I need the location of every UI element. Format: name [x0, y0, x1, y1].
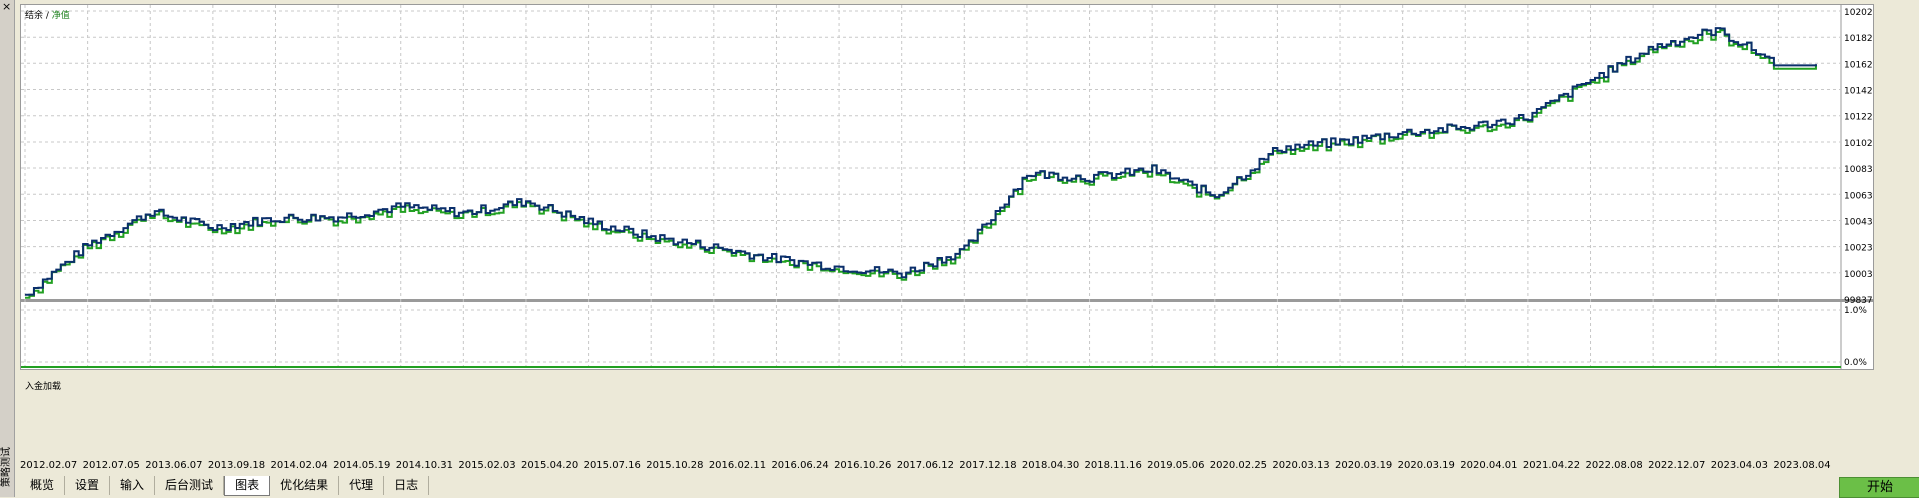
tester-vertical-title: 策略测试	[1, 447, 12, 487]
tester-side-strip: × 策略测试	[0, 0, 15, 497]
x-tick-label: 2012.07.05	[82, 460, 140, 471]
equity-series-line	[25, 29, 1817, 299]
close-icon[interactable]: ×	[2, 1, 11, 13]
y-tick-label: 99837	[1844, 296, 1873, 306]
tab-2[interactable]: 输入	[110, 476, 156, 495]
deposit-load-title: 入金加载	[25, 382, 62, 392]
x-tick-label: 2016.10.26	[834, 460, 892, 471]
balance-equity-chart: 102023 101824 101626 101427 101228 101029 1008…	[21, 5, 1873, 369]
tab-7[interactable]: 日志	[384, 476, 430, 495]
x-tick-label: 2020.03.19	[1397, 460, 1455, 471]
tab-3[interactable]: 后台测试	[155, 476, 225, 495]
sub-y-tick-label: 0.0%	[1844, 358, 1867, 368]
x-tick-label: 2016.06.24	[771, 460, 829, 471]
x-tick-label: 2018.11.16	[1084, 460, 1142, 471]
start-button[interactable]: 开始	[1839, 477, 1919, 498]
x-tick-label: 2020.03.13	[1272, 460, 1330, 471]
x-tick-label: 2017.06.12	[896, 460, 954, 471]
y-tick-label: 101029	[1844, 139, 1873, 149]
balance-legend: 结余	[25, 11, 44, 21]
tab-6[interactable]: 代理	[339, 476, 385, 495]
x-tick-label: 2012.02.07	[20, 460, 78, 471]
x-tick-label: 2023.08.04	[1773, 460, 1831, 471]
pane-divider	[21, 299, 1873, 302]
tab-5[interactable]: 优化结果	[270, 476, 340, 495]
y-tick-label: 100433	[1844, 217, 1873, 227]
x-axis-labels: 2012.02.07 2012.07.05 2013.06.07 2013.09.18…	[20, 460, 1872, 474]
legend-separator: /	[43, 11, 52, 21]
y-tick-label: 100831	[1844, 165, 1873, 175]
equity-legend: 净值	[51, 11, 70, 21]
x-tick-label: 2016.02.11	[708, 460, 767, 471]
x-tick-label: 2020.02.25	[1209, 460, 1268, 471]
chart-title: 结余 / 净值	[25, 8, 70, 21]
x-tick-label: 2021.04.22	[1522, 460, 1581, 471]
y-tick-label: 101427	[1844, 87, 1873, 97]
y-tick-label: 101626	[1844, 60, 1873, 70]
x-tick-label: 2014.02.04	[270, 460, 328, 471]
x-tick-label: 2015.07.16	[583, 460, 641, 471]
x-tick-label: 2013.09.18	[207, 460, 266, 471]
x-tick-label: 2018.04.30	[1021, 460, 1080, 471]
chart-panel: 102023 101824 101626 101427 101228 101029 1008…	[20, 4, 1874, 392]
y-tick-label: 100235	[1844, 244, 1873, 254]
balance-series-line	[25, 27, 1817, 296]
x-tick-label: 2015.02.03	[458, 460, 516, 471]
x-tick-label: 2014.10.31	[395, 460, 453, 471]
y-tick-label: 100036	[1844, 270, 1873, 280]
x-tick-label: 2022.12.07	[1648, 460, 1706, 471]
x-tick-label: 2017.12.18	[959, 460, 1017, 471]
y-tick-label: 101824	[1844, 34, 1873, 44]
tester-tabs: 概览 设置 输入 后台测试 图表 优化结果 代理 日志	[20, 476, 430, 496]
tab-4[interactable]: 图表	[224, 476, 271, 496]
x-tick-label: 2019.05.06	[1147, 460, 1205, 471]
tab-1[interactable]: 设置	[65, 476, 111, 495]
sub-y-tick-label: 1.0%	[1844, 306, 1867, 316]
y-tick-label: 100632	[1844, 191, 1873, 201]
y-tick-label: 101228	[1844, 113, 1873, 123]
x-tick-label: 2020.03.19	[1335, 460, 1393, 471]
y-tick-label: 102023	[1844, 8, 1873, 18]
x-tick-label: 2023.04.03	[1710, 460, 1769, 471]
x-tick-label: 2020.04.01	[1460, 460, 1518, 471]
tab-0[interactable]: 概览	[20, 476, 66, 495]
x-tick-label: 2022.08.08	[1585, 460, 1643, 471]
x-tick-label: 2014.05.19	[333, 460, 391, 471]
x-tick-label: 2015.10.28	[646, 460, 704, 471]
x-tick-label: 2015.04.20	[520, 460, 579, 471]
x-tick-label: 2013.06.07	[145, 460, 203, 471]
